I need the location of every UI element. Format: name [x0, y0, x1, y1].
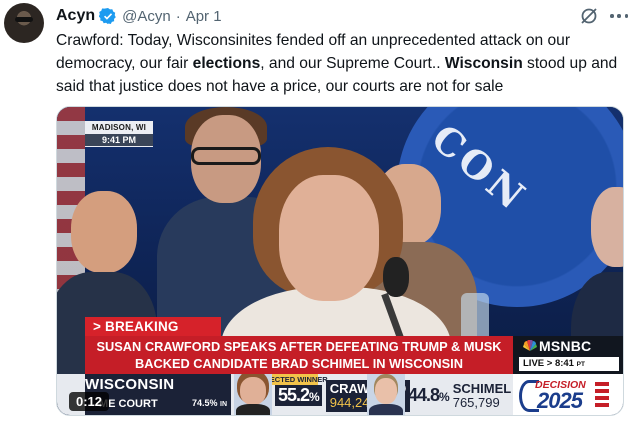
- decision-year: 2025: [537, 388, 583, 413]
- percent-sign: %: [309, 390, 320, 404]
- results-ticker: WISCONSIN ME COURT 74.5% IN ✓ PROJECTED …: [57, 374, 623, 415]
- tweet-text-bold: elections: [192, 55, 261, 72]
- live-zone: PT: [576, 361, 585, 368]
- headline-line-2: BACKED CANDIDATE BRAD SCHIMEL IN WISCONS…: [135, 356, 463, 371]
- headline-banner: SUSAN CRAWFORD SPEAKS AFTER DEFEATING TR…: [85, 336, 513, 374]
- network-name: MSNBC: [539, 338, 592, 354]
- breaking-news-label: > BREAKING NEWS: [85, 317, 221, 353]
- winner-percent: 55.2%: [275, 385, 322, 406]
- more-options-icon[interactable]: [608, 6, 630, 26]
- headline-line-1: SUSAN CRAWFORD SPEAKS AFTER DEFEATING TR…: [96, 339, 502, 354]
- live-clock: LIVE > 8:41 PT: [519, 357, 619, 371]
- runner-up-name: SCHIMEL: [452, 380, 512, 396]
- grok-icon[interactable]: [579, 6, 599, 26]
- video-player[interactable]: CON MADISON, WI 9:41 PM > BREAKING NEWS …: [56, 106, 624, 416]
- verified-badge-icon: [99, 7, 116, 25]
- location-city: MADISON, WI: [91, 123, 147, 132]
- tweet-text-part: , and our Supreme Court..: [260, 55, 445, 72]
- location-time: 9:41 PM: [85, 134, 153, 146]
- author-name[interactable]: Acyn: [56, 7, 95, 25]
- location-bug: MADISON, WI 9:41 PM: [85, 121, 153, 147]
- video-duration[interactable]: 0:12: [69, 392, 109, 411]
- reporting-percent: 74.5% IN: [192, 398, 227, 408]
- runner-up-percent-value: 44.8: [408, 385, 440, 405]
- network-bug: MSNBC LIVE > 8:41 PT: [513, 336, 623, 374]
- runner-up-percent: 44.8%: [408, 385, 450, 406]
- tweet-header: Acyn @Acyn · Apr 1: [56, 6, 222, 26]
- winner-photo: [234, 374, 272, 415]
- author-handle[interactable]: @Acyn: [122, 8, 171, 25]
- tweet-date[interactable]: Apr 1: [186, 8, 222, 25]
- runner-up-votes: 765,799: [452, 394, 500, 410]
- runner-up-photo: [367, 374, 405, 415]
- avatar[interactable]: [4, 3, 44, 43]
- percent-sign: %: [439, 390, 450, 404]
- peacock-icon: [523, 340, 537, 351]
- separator-dot: ·: [175, 7, 181, 25]
- microphone: [383, 257, 409, 297]
- decision-2025-logo: DECISION 2025: [513, 374, 623, 415]
- network-logo: MSNBC: [523, 338, 591, 354]
- race-title: WISCONSIN: [85, 376, 175, 393]
- winner-percent-value: 55.2: [278, 385, 310, 405]
- runner-up-name-block: SCHIMEL 765,799: [452, 380, 512, 410]
- tweet-text-bold: Wisconsin: [444, 55, 523, 72]
- reporting-value: 74.5%: [192, 398, 218, 408]
- live-time: LIVE > 8:41: [523, 358, 574, 369]
- tweet-text: Crawford: Today, Wisconsinites fended of…: [56, 29, 636, 98]
- reporting-label: IN: [220, 401, 228, 408]
- runner-up-result: 44.8% SCHIMEL 765,799: [367, 374, 512, 415]
- tweet-card[interactable]: Acyn @Acyn · Apr 1 Crawford: Today, Wisc…: [0, 0, 640, 441]
- decision-stripes: [595, 382, 609, 410]
